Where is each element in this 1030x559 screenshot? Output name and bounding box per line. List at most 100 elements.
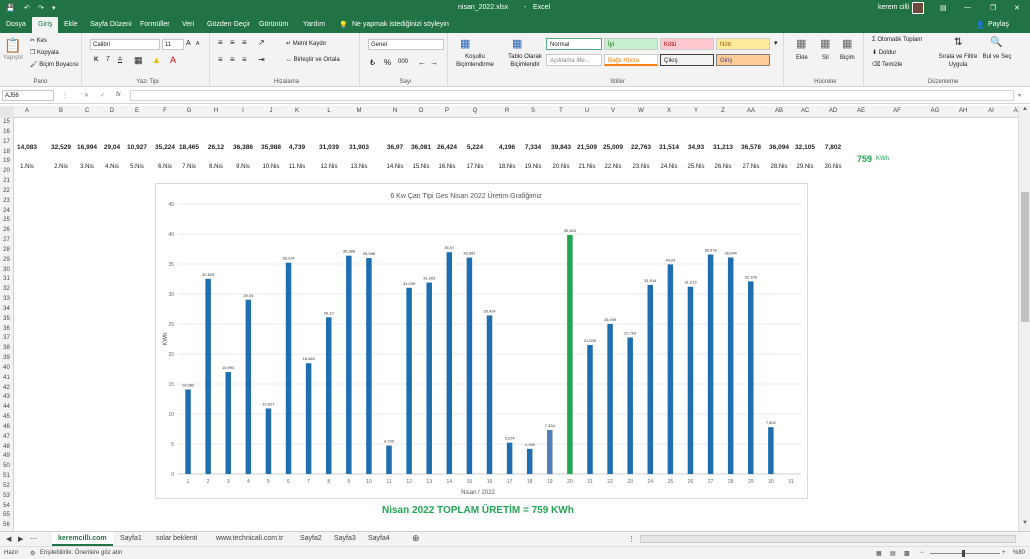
column-header[interactable]: G [176, 108, 202, 114]
row-header[interactable]: 19 [0, 158, 13, 164]
sheet-split-icon[interactable]: ⋮ [628, 535, 635, 543]
insert-cells-icon[interactable]: ▦ [796, 37, 806, 50]
delete-cells-button[interactable]: Sil [822, 55, 829, 61]
value-cell[interactable]: 32,529 [48, 144, 74, 151]
row-header[interactable]: 26 [0, 227, 13, 233]
orientation-icon[interactable]: ↗ [258, 38, 265, 47]
style-input[interactable]: Giriş [716, 54, 770, 66]
style-neutral[interactable]: Nötr [716, 38, 770, 50]
sheet-tab-sayfa2[interactable]: Sayfa2 [300, 535, 322, 542]
fill-color-icon[interactable]: ▲ [152, 55, 161, 65]
column-header[interactable]: Q [462, 108, 488, 114]
customize-toolbar-icon[interactable]: ▾ [52, 4, 56, 12]
style-linked-cell[interactable]: Bağlı Hücre [604, 54, 658, 66]
row-header[interactable]: 47 [0, 434, 13, 440]
cut-button[interactable]: ✂ Kes [30, 37, 47, 44]
row-header[interactable]: 28 [0, 247, 13, 253]
date-cell[interactable]: 16.Nis [434, 164, 460, 170]
share-icon[interactable]: 👤 [976, 21, 985, 29]
column-header[interactable]: W [628, 108, 654, 114]
column-header[interactable]: O [408, 108, 434, 114]
column-header[interactable]: AC [792, 108, 818, 114]
sheet-tab-solar-beklenti[interactable]: solar beklenti [156, 535, 197, 542]
row-header[interactable]: 44 [0, 404, 13, 410]
date-cell[interactable]: 1.Nis [14, 164, 40, 170]
row-header[interactable]: 45 [0, 414, 13, 420]
column-header[interactable]: L [316, 108, 342, 114]
underline-button[interactable]: A [118, 57, 122, 63]
production-chart[interactable]: 6 Kw Çatı Tipi Ges Nisan 2022 Üretim Gra… [155, 183, 808, 499]
zoom-level[interactable]: %80 [1013, 550, 1025, 556]
row-header[interactable]: 18 [0, 149, 13, 155]
zoom-out-icon[interactable]: − [920, 550, 924, 556]
sort-filter-button[interactable]: Sırala ve Filtre Uygula [938, 53, 978, 69]
comma-button[interactable]: 000 [398, 59, 408, 65]
insert-cells-button[interactable]: Ekle [796, 55, 808, 61]
column-header[interactable]: U [574, 108, 600, 114]
column-header[interactable]: M [346, 108, 372, 114]
value-cell[interactable]: 31,213 [710, 144, 736, 151]
tab-review[interactable]: Gözden Geçir [207, 21, 250, 28]
column-header[interactable]: P [434, 108, 460, 114]
value-cell[interactable]: 18,465 [176, 144, 202, 151]
tell-me-search[interactable]: Ne yapmak istediğinizi söyleyin [352, 21, 449, 28]
date-cell[interactable]: 21.Nis [574, 164, 600, 170]
bar[interactable] [748, 281, 754, 474]
date-cell[interactable]: 20.Nis [548, 164, 574, 170]
value-cell[interactable]: 36,97 [382, 144, 408, 151]
find-select-icon[interactable]: 🔍 [990, 37, 1002, 48]
align-bottom-icon[interactable]: ≡ [242, 38, 247, 47]
bar[interactable] [607, 323, 613, 474]
date-cell[interactable]: 8.Nis [203, 164, 229, 170]
value-cell[interactable]: 21,509 [574, 144, 600, 151]
row-header[interactable]: 27 [0, 237, 13, 243]
column-header[interactable]: Y [683, 108, 709, 114]
row-header[interactable]: 23 [0, 198, 13, 204]
row-header[interactable]: 37 [0, 335, 13, 341]
row-header[interactable]: 36 [0, 326, 13, 332]
copy-button[interactable]: ❐ Kopyala [30, 49, 59, 56]
row-header[interactable]: 20 [0, 168, 13, 174]
column-header[interactable]: AI [978, 108, 1004, 114]
column-header[interactable]: I [230, 108, 256, 114]
column-header[interactable]: H [203, 108, 229, 114]
sheet-tab-sayfa1[interactable]: Sayfa1 [120, 535, 142, 542]
style-explanatory[interactable]: Açıklama Me... [546, 54, 602, 66]
font-size-select[interactable]: 11 [162, 39, 184, 50]
value-cell[interactable]: 36,081 [408, 144, 434, 151]
bar[interactable] [325, 317, 332, 474]
align-middle-icon[interactable]: ≡ [230, 38, 235, 47]
bar[interactable] [486, 315, 493, 474]
value-cell[interactable]: 4,739 [284, 144, 310, 151]
style-bad[interactable]: Kötü [660, 38, 714, 50]
page-break-view-icon[interactable]: ▩ [904, 550, 910, 557]
format-table-button[interactable]: Tablo Olarak Biçimlendir [502, 53, 548, 69]
border-icon[interactable]: ▦ [134, 55, 143, 66]
zoom-slider[interactable] [930, 553, 1000, 554]
align-left-icon[interactable]: ≡ [218, 55, 223, 64]
column-header[interactable]: AD [820, 108, 846, 114]
row-header[interactable]: 39 [0, 355, 13, 361]
value-cell[interactable]: 36,094 [766, 144, 792, 151]
page-layout-view-icon[interactable]: ▤ [890, 550, 896, 557]
bar[interactable] [587, 344, 593, 474]
horizontal-scrollbar[interactable] [640, 535, 1016, 543]
row-header[interactable]: 42 [0, 385, 13, 391]
column-header[interactable]: V [600, 108, 626, 114]
scroll-down-icon[interactable]: ▼ [1020, 520, 1030, 526]
decrease-font-button[interactable]: A [196, 41, 199, 47]
insert-function-button[interactable]: fx [116, 92, 121, 98]
column-header[interactable]: B [48, 108, 74, 114]
row-header[interactable]: 50 [0, 463, 13, 469]
row-header[interactable]: 46 [0, 424, 13, 430]
save-icon[interactable]: 💾 [6, 4, 15, 12]
style-normal[interactable]: Normal [546, 38, 602, 50]
row-header[interactable]: 25 [0, 217, 13, 223]
column-header[interactable]: E [124, 108, 150, 114]
row-header[interactable]: 52 [0, 483, 13, 489]
user-name[interactable]: kerem cilli [878, 4, 909, 11]
decrease-decimal-icon[interactable]: → [430, 58, 438, 67]
number-format-select[interactable]: Genel [368, 39, 444, 50]
bold-button[interactable]: K [94, 57, 98, 63]
bar[interactable] [667, 264, 674, 474]
